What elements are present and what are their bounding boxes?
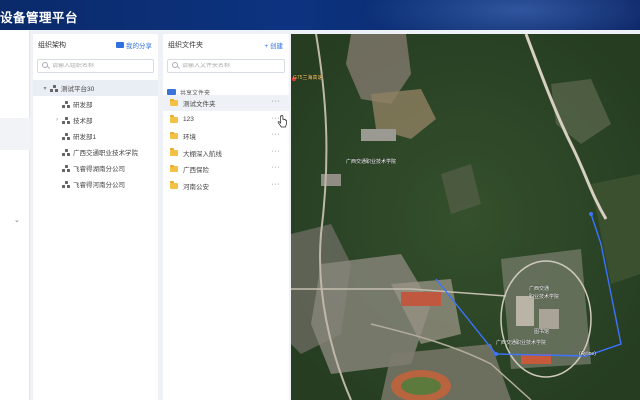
org-panel-title: 组织架构 — [38, 42, 66, 49]
building — [539, 309, 559, 329]
org-node-icon — [62, 164, 70, 172]
org-node-label: 飞睿得河南分公司 — [73, 182, 125, 189]
org-tree-node[interactable]: 飞睿得湖南分公司 — [33, 160, 158, 176]
org-node-label: 研发部1 — [73, 134, 97, 141]
folder-panel: 组织文件夹 + 创建 共享文件夹 测试文件夹···123···环境···大棚深入… — [163, 34, 289, 400]
folder-icon — [170, 131, 178, 139]
org-node-label: 飞睿得湖南分公司 — [73, 166, 125, 173]
org-tree-node[interactable]: 研发部1 — [33, 128, 158, 144]
org-node-label: 广西交通职业技术学院 — [73, 150, 138, 157]
my-share-label: 我的分享 — [126, 43, 152, 50]
folder-row[interactable]: 环境 ··· — [163, 128, 289, 144]
caret-down-icon[interactable]: ▾ — [42, 85, 48, 92]
org-search-box[interactable] — [37, 59, 154, 73]
map-canvas[interactable] — [291, 34, 640, 400]
more-options-icon[interactable]: ··· — [272, 181, 281, 188]
more-options-icon[interactable]: ··· — [272, 164, 281, 171]
org-panel: 组织架构 我的分享 ▾ 测试平台30 研发部 › 技术部研发部1 广西交通职业技术学院飞睿… — [33, 34, 158, 400]
search-icon — [41, 61, 51, 71]
chevron-down-icon[interactable]: ⌄ — [14, 216, 20, 224]
folder-row[interactable]: 大棚深入航线 ··· — [163, 145, 289, 161]
building — [321, 174, 341, 186]
org-tree-root[interactable]: ▾ 测试平台30 — [33, 80, 158, 96]
folder-name: 大棚深入航线 — [183, 150, 222, 158]
map-label-inner: 图书馆 — [534, 329, 550, 335]
org-panel-header: 组织架构 我的分享 — [33, 34, 158, 54]
satellite-map[interactable]: G75兰海高速 广西交通职业技术学院 广西交通 职业技术学院 图书馆 广西交通职… — [291, 34, 640, 400]
app-title: 设备管理平台 — [0, 11, 79, 25]
route-point — [589, 212, 593, 216]
route-point — [494, 352, 498, 356]
folder-row[interactable]: 广西保险 ··· — [163, 161, 289, 177]
folder-row[interactable]: 河南公安 ··· — [163, 178, 289, 194]
folder-name: 123 — [183, 116, 194, 123]
org-node-icon — [62, 180, 70, 188]
share-icon — [116, 42, 124, 48]
nav-strip-selected-item[interactable] — [0, 118, 30, 150]
map-label-line: 广西交通职业技术学院 — [496, 340, 547, 346]
nav-strip: ⌄ — [0, 30, 30, 400]
org-node-icon — [62, 132, 70, 140]
org-tree-node[interactable]: 研发部 — [33, 96, 158, 112]
create-folder-button[interactable]: + 创建 — [264, 40, 283, 50]
building-roof — [401, 292, 441, 306]
building — [361, 129, 396, 141]
folder-row[interactable]: 123 ··· — [163, 112, 289, 128]
more-options-icon[interactable]: ··· — [272, 131, 281, 138]
folder-icon — [170, 148, 178, 156]
more-options-icon[interactable]: ··· — [272, 148, 281, 155]
map-label-bottom-right: (Ayline) — [579, 351, 596, 357]
map-label-campus-bottom: 职业技术学院 — [529, 294, 560, 300]
folder-row[interactable]: 测试文件夹 ··· — [163, 95, 289, 111]
org-tree-node[interactable]: 广西交通职业技术学院 — [33, 144, 158, 160]
more-options-icon[interactable]: ··· — [272, 98, 281, 105]
search-icon — [171, 61, 181, 71]
folder-name: 测试文件夹 — [183, 101, 216, 108]
folder-icon — [170, 98, 178, 106]
org-node-icon — [62, 148, 70, 156]
org-node-label: 研发部 — [73, 102, 93, 109]
org-node-icon — [62, 116, 70, 124]
org-node-icon — [62, 100, 70, 108]
folder-icon — [170, 115, 178, 123]
folder-search-box[interactable] — [167, 59, 285, 73]
org-node-label: 技术部 — [73, 118, 93, 125]
folder-panel-header: 组织文件夹 + 创建 — [163, 34, 289, 54]
org-search-input[interactable] — [52, 63, 147, 69]
org-tree-node[interactable]: 飞睿得河南分公司 — [33, 176, 158, 192]
folder-icon — [170, 164, 178, 172]
sports-field — [401, 377, 441, 395]
building — [516, 296, 534, 326]
hand-cursor-icon — [277, 115, 287, 128]
map-label-top-road: G75兰海高速 — [293, 75, 323, 81]
my-share-button[interactable]: 我的分享 — [116, 40, 152, 50]
org-tree-node[interactable]: › 技术部 — [33, 112, 158, 128]
folder-icon — [170, 181, 178, 189]
folder-search-input[interactable] — [182, 63, 277, 69]
folder-name: 环境 — [183, 134, 196, 141]
caret-right-icon[interactable]: › — [54, 117, 60, 123]
folder-panel-title: 组织文件夹 — [168, 42, 203, 49]
app-header: 设备管理平台 — [0, 0, 640, 30]
map-label-mid: 广西交通职业技术学院 — [346, 159, 397, 165]
org-node-icon — [50, 84, 58, 92]
folder-name: 河南公安 — [183, 183, 209, 191]
org-node-label: 测试平台30 — [61, 86, 95, 93]
map-label-campus-top: 广西交通 — [529, 286, 550, 292]
folder-name: 广西保险 — [183, 167, 209, 174]
header-glow — [360, 0, 640, 30]
